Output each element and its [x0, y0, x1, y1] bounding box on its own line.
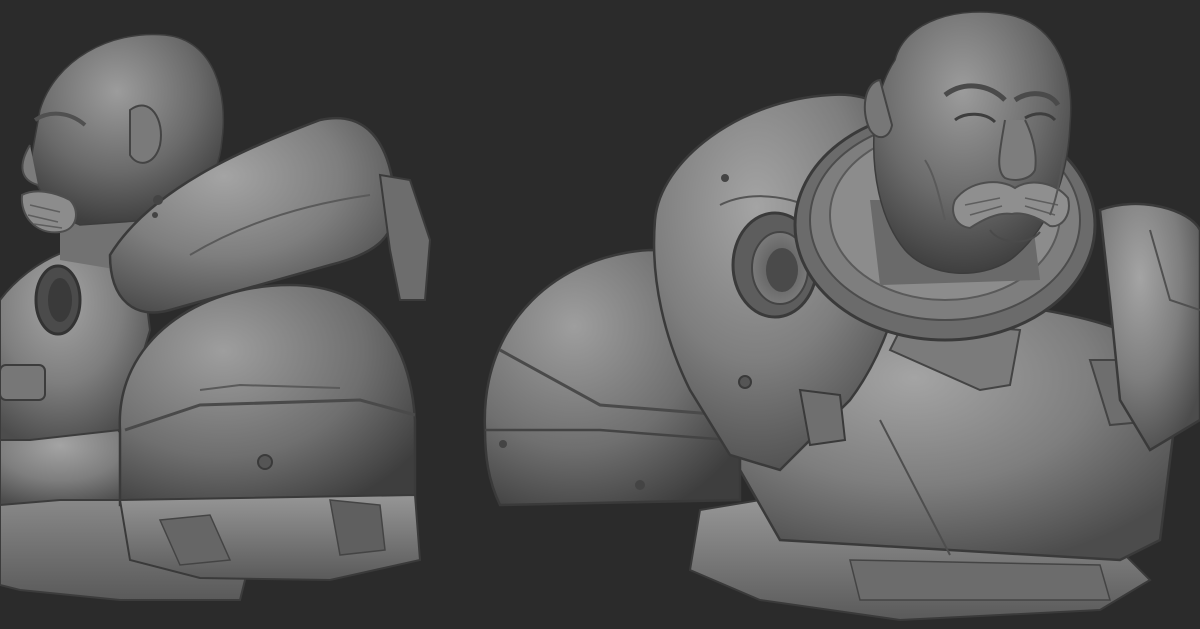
sculpt-viewport — [0, 0, 1200, 629]
three-quarter-view-bust — [483, 11, 1200, 622]
side-ear — [129, 104, 162, 164]
side-arm-dome — [118, 283, 417, 507]
side-clip — [0, 364, 46, 401]
side-back-fin — [378, 173, 432, 301]
side-view-bust — [0, 33, 432, 601]
render-canvas — [0, 11, 1200, 622]
side-rivet — [257, 454, 273, 470]
